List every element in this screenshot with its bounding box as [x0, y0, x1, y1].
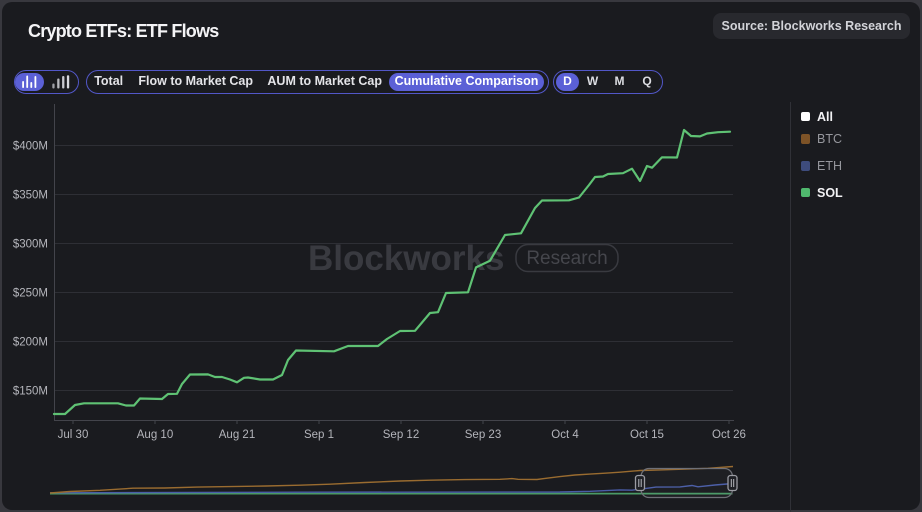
svg-text:Sep 23: Sep 23: [465, 429, 501, 441]
svg-text:Sep 12: Sep 12: [383, 429, 419, 441]
svg-text:Aug 21: Aug 21: [219, 429, 255, 441]
svg-text:$400M: $400M: [13, 141, 48, 153]
svg-text:$150M: $150M: [13, 386, 48, 398]
svg-text:Oct 15: Oct 15: [630, 429, 664, 441]
svg-text:$350M: $350M: [13, 190, 48, 202]
svg-text:Oct 4: Oct 4: [551, 429, 579, 441]
svg-text:$250M: $250M: [13, 288, 48, 300]
svg-text:Aug 10: Aug 10: [137, 429, 173, 441]
svg-text:Research: Research: [526, 248, 607, 269]
svg-text:$300M: $300M: [13, 239, 48, 251]
svg-text:Oct 26: Oct 26: [712, 429, 746, 441]
svg-text:Jul 30: Jul 30: [58, 429, 89, 441]
svg-text:$200M: $200M: [13, 337, 48, 349]
svg-text:Sep 1: Sep 1: [304, 429, 334, 441]
